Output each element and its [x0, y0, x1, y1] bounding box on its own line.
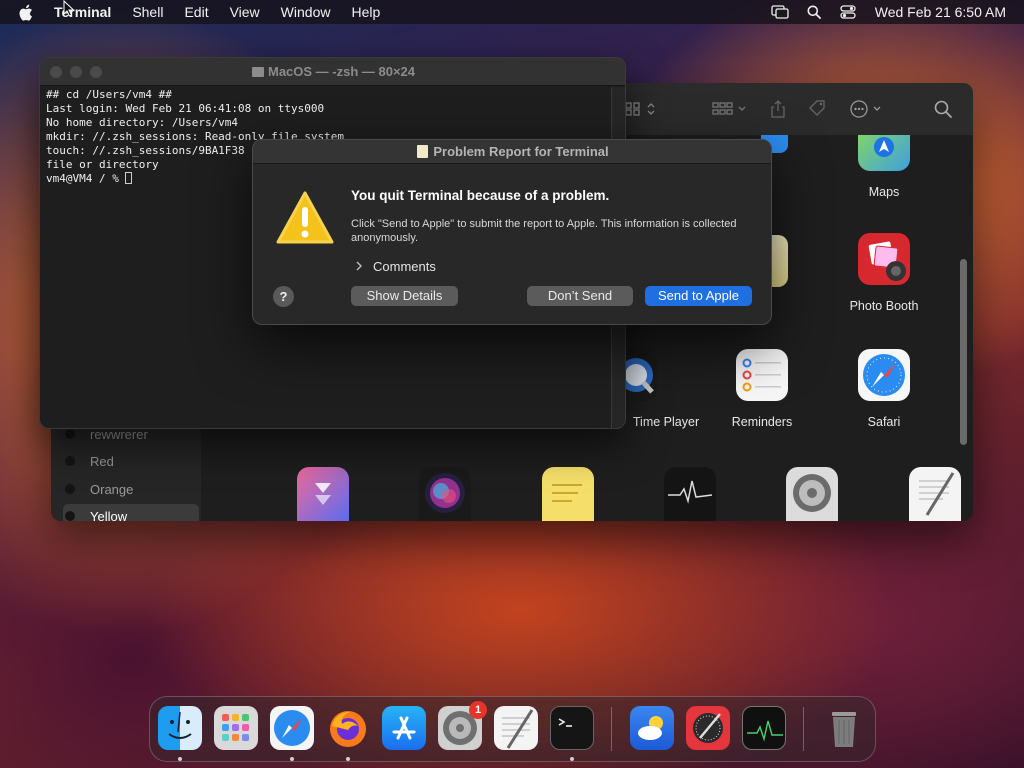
terminal-line: Last login: Wed Feb 21 06:41:08 on ttys0…: [46, 102, 325, 115]
folder-icon: [251, 67, 264, 77]
app-reminders[interactable]: Reminders: [702, 349, 822, 429]
textedit-icon[interactable]: [909, 467, 961, 521]
apple-menu-icon[interactable]: [18, 4, 36, 21]
comments-disclosure[interactable]: Comments: [355, 259, 436, 274]
tag-label: Orange: [90, 481, 134, 497]
shortcuts-icon[interactable]: [297, 467, 349, 521]
sidebar-tag-yellow[interactable]: Yellow: [63, 504, 199, 521]
safari-dock-icon[interactable]: [270, 706, 314, 750]
screen-mirroring-icon[interactable]: [771, 4, 789, 20]
terminal-line: touch: //.zsh_sessions/9BA1F38: [46, 144, 245, 157]
menu-shell[interactable]: Shell: [132, 4, 163, 20]
system-settings-icon[interactable]: [786, 467, 838, 521]
app-maps[interactable]: Maps: [824, 135, 944, 199]
control-center-icon[interactable]: [839, 4, 857, 20]
textedit-dock-icon[interactable]: [494, 706, 538, 750]
dialog-titlebar[interactable]: Problem Report for Terminal: [253, 140, 771, 164]
view-icons-icon[interactable]: [624, 99, 658, 119]
text-cursor: [125, 172, 133, 184]
menu-help[interactable]: Help: [351, 4, 380, 20]
sidebar-tag-orange[interactable]: Orange: [63, 477, 199, 501]
app-label: Photo Booth: [849, 299, 919, 313]
notes-partial-icon[interactable]: [771, 235, 788, 287]
dock: 1: [149, 696, 876, 762]
terminal-titlebar[interactable]: MacOS — -zsh — 80×24: [40, 58, 625, 86]
launchpad-dock-icon[interactable]: [214, 706, 258, 750]
terminal-line: file or directory: [46, 158, 159, 171]
safari-icon: [858, 349, 910, 401]
comments-label: Comments: [373, 259, 436, 274]
show-details-button[interactable]: Show Details: [351, 286, 458, 306]
terminal-title-text: MacOS — -zsh — 80×24: [267, 64, 416, 79]
warning-icon: [275, 190, 335, 251]
app-safari[interactable]: Safari: [824, 349, 944, 429]
document-icon: [417, 145, 429, 158]
tag-label: Red: [90, 453, 114, 469]
tag-icon[interactable]: [807, 99, 827, 119]
siri-icon[interactable]: [419, 467, 471, 521]
photo-booth-icon: [858, 233, 910, 285]
terminal-line: No home directory: /Users/vm4: [46, 116, 239, 129]
menu-clock[interactable]: Wed Feb 21 6:50 AM: [875, 4, 1006, 20]
firefox-dock-icon[interactable]: [326, 706, 370, 750]
dont-send-button[interactable]: Don’t Send: [527, 286, 633, 306]
finder-dock-icon[interactable]: [158, 706, 202, 750]
group-by-icon[interactable]: [711, 99, 749, 119]
stickies-icon[interactable]: [542, 467, 594, 521]
dialog-title: Problem Report for Terminal: [433, 144, 609, 159]
more-actions-icon[interactable]: [849, 99, 885, 119]
spotlight-search-icon[interactable]: [805, 4, 823, 20]
send-to-apple-button[interactable]: Send to Apple: [645, 286, 752, 306]
tag-dot-icon: [65, 511, 75, 521]
terminal-dock-icon[interactable]: [550, 706, 594, 750]
app-store-dock-icon[interactable]: [382, 706, 426, 750]
running-indicator: [570, 757, 574, 761]
dialog-heading: You quit Terminal because of a problem.: [351, 188, 610, 203]
tag-label: Yellow: [90, 508, 128, 522]
running-indicator: [178, 757, 182, 761]
sidebar-tag-red[interactable]: Red: [63, 449, 199, 473]
app-label: Safari: [867, 415, 901, 429]
stocks-icon[interactable]: [664, 467, 716, 521]
grid-scrollbar[interactable]: [960, 259, 967, 445]
menu-window[interactable]: Window: [281, 4, 331, 20]
app-label: Time Player: [632, 415, 700, 429]
running-indicator: [290, 757, 294, 761]
quicktime-icon: [626, 349, 657, 401]
app-label: Maps: [868, 185, 900, 199]
terminal-line: ## cd /Users/vm4 ##: [46, 88, 172, 101]
instruments-dock-icon[interactable]: [686, 706, 730, 750]
share-icon[interactable]: [769, 99, 787, 119]
menu-bar: Terminal Shell Edit View Window Help Wed…: [0, 0, 1024, 24]
help-button[interactable]: ?: [273, 286, 294, 307]
problem-report-dialog: Problem Report for Terminal You quit Ter…: [252, 139, 772, 325]
tag-dot-icon: [65, 429, 75, 439]
reminders-icon: [736, 349, 788, 401]
mouse-cursor-icon: [63, 0, 75, 22]
app-label: Reminders: [731, 415, 793, 429]
dock-separator: [611, 707, 612, 751]
activity-monitor-dock-icon[interactable]: [742, 706, 786, 750]
trash-dock-icon[interactable]: [822, 706, 866, 750]
terminal-title: MacOS — -zsh — 80×24: [40, 58, 625, 86]
notification-badge: 1: [469, 701, 487, 719]
chevron-right-icon: [355, 260, 367, 274]
terminal-prompt: vm4@VM4 / %: [46, 172, 126, 185]
menu-view[interactable]: View: [230, 4, 260, 20]
running-indicator: [346, 757, 350, 761]
weather-dock-icon[interactable]: [630, 706, 674, 750]
app-photo-booth[interactable]: Photo Booth: [824, 233, 944, 313]
menu-edit[interactable]: Edit: [184, 4, 208, 20]
tag-dot-icon: [65, 456, 75, 466]
maps-icon: [858, 135, 910, 171]
search-icon[interactable]: [934, 99, 952, 119]
dock-separator: [803, 707, 804, 751]
dialog-message: Click "Send to Apple" to submit the repo…: [351, 218, 737, 244]
tag-dot-icon: [65, 484, 75, 494]
